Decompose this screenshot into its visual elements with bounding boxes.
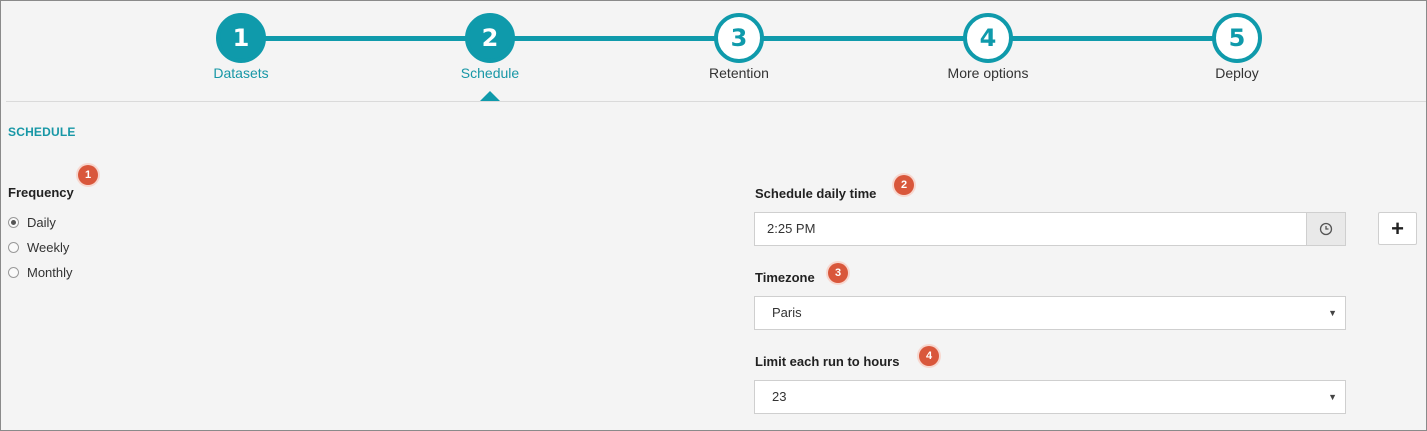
timezone-label: Timezone [755,270,815,285]
wizard-step-retention[interactable]: 3 Retention [669,13,809,81]
frequency-option-monthly[interactable]: Monthly [8,262,73,282]
limit-hours-value: 23 [772,389,787,404]
app-frame: 1 Datasets 2 Schedule 3 Retention 4 More… [0,0,1427,431]
callout-badge-4: 4 [919,346,939,366]
active-step-caret-icon [480,91,500,101]
step-label: More options [947,65,1029,81]
frequency-option-daily[interactable]: Daily [8,212,56,232]
step-number-circle: 1 [216,13,266,63]
section-title: SCHEDULE [8,125,76,139]
add-time-button[interactable]: + [1378,212,1417,245]
step-label: Retention [709,65,769,81]
wizard-step-deploy[interactable]: 5 Deploy [1167,13,1307,81]
step-label: Deploy [1215,65,1259,81]
callout-badge-1: 1 [78,165,98,185]
step-number-circle: 4 [963,13,1013,63]
schedule-time-label: Schedule daily time [755,186,877,201]
clock-button[interactable] [1306,212,1346,246]
chevron-down-icon: ▼ [1328,308,1337,318]
radio-label: Weekly [27,239,70,255]
step-number-circle: 3 [714,13,764,63]
callout-badge-2: 2 [894,175,914,195]
radio-label: Daily [27,214,56,230]
radio-button[interactable] [8,241,19,253]
step-number-circle: 2 [465,13,515,63]
radio-label: Monthly [27,264,73,280]
wizard-step-datasets[interactable]: 1 Datasets [171,13,311,81]
limit-hours-select[interactable]: 23 ▼ [754,380,1346,414]
chevron-down-icon: ▼ [1328,392,1337,402]
wizard-progress: 1 Datasets 2 Schedule 3 Retention 4 More… [1,1,1426,101]
wizard-step-schedule[interactable]: 2 Schedule [420,13,560,81]
clock-icon [1319,222,1333,236]
frequency-label: Frequency [8,185,74,200]
step-label: Datasets [213,65,269,81]
wizard-divider [6,101,1426,102]
step-number-circle: 5 [1212,13,1262,63]
wizard-step-more-options[interactable]: 4 More options [918,13,1058,81]
plus-icon: + [1391,215,1404,241]
timezone-value: Paris [772,305,802,320]
schedule-time-input[interactable]: 2:25 PM [754,212,1306,246]
frequency-option-weekly[interactable]: Weekly [8,237,69,257]
radio-button[interactable] [8,266,19,278]
callout-badge-3: 3 [828,263,848,283]
step-label: Schedule [460,65,520,81]
radio-button-checked[interactable] [8,216,19,228]
limit-hours-label: Limit each run to hours [755,354,900,369]
schedule-time-input-group: 2:25 PM [754,212,1346,246]
timezone-select[interactable]: Paris ▼ [754,296,1346,330]
